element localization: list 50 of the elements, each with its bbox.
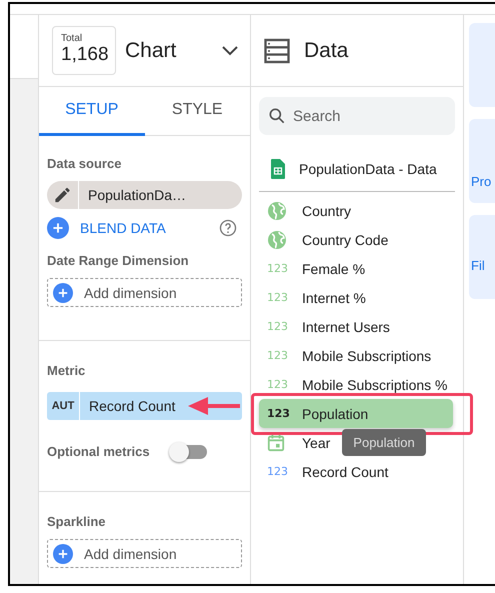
total-scorecard[interactable]: Total 1,168	[52, 26, 116, 75]
spreadsheet-icon	[271, 159, 285, 179]
section-label: Metric	[47, 363, 86, 378]
card-label: Fil	[470, 258, 485, 273]
section-label: Sparkline	[47, 514, 107, 529]
type-label: 123	[267, 320, 288, 333]
field-item[interactable]: Country	[259, 196, 356, 225]
field-item[interactable]: 123 Population	[259, 399, 453, 428]
add-icon[interactable]	[53, 282, 73, 302]
globe-icon	[267, 230, 287, 250]
field-item[interactable]: 123 Internet Users	[259, 312, 394, 341]
field-item[interactable]: Country Code	[259, 225, 392, 254]
type-label: 123	[267, 378, 288, 391]
data-source-chip[interactable]: PopulationDa…	[47, 181, 242, 209]
field-item[interactable]: 123 Record Count	[259, 457, 392, 486]
calendar-icon	[267, 434, 285, 452]
metric-chip[interactable]: AUT Record Count	[47, 392, 242, 420]
type-label: 123	[267, 465, 288, 478]
database-icon	[264, 38, 290, 64]
tab[interactable]: STYLE	[144, 87, 250, 136]
annotation-arrow	[188, 396, 240, 416]
search-field[interactable]: Search	[259, 97, 455, 135]
field-item[interactable]: Year Population	[259, 428, 430, 457]
panel-title: Data	[304, 38, 350, 62]
chart-title: Chart	[125, 38, 178, 62]
type-label: 123	[267, 349, 288, 362]
section-label: Data source	[47, 156, 122, 171]
add-dimension-button[interactable]: Add dimension	[47, 539, 242, 568]
help-icon[interactable]	[218, 218, 238, 238]
field-item[interactable]: 123 Mobile Subscriptions	[259, 341, 436, 370]
tab[interactable]: SETUP	[39, 87, 144, 136]
add-dimension-button[interactable]: Add dimension	[47, 278, 242, 307]
field-item[interactable]: 123 Internet %	[259, 283, 370, 312]
card-label: Pro	[470, 174, 492, 189]
type-label: 123	[267, 407, 290, 420]
type-label: 123	[267, 291, 288, 304]
side-card[interactable]: Pro	[469, 119, 495, 203]
field-item[interactable]: 123 Female %	[259, 254, 370, 283]
add-icon[interactable]	[47, 217, 69, 239]
section-label: Optional metrics	[47, 444, 150, 459]
search-icon	[267, 106, 287, 126]
type-label: 123	[267, 262, 288, 275]
section-label: Date Range Dimension	[47, 253, 190, 268]
data-source-name: PopulationData - Data	[299, 161, 437, 177]
add-icon[interactable]	[53, 544, 73, 564]
tooltip: Population	[342, 429, 426, 456]
side-card[interactable]: Fil	[469, 215, 495, 299]
globe-icon	[267, 200, 287, 220]
blend-data-button[interactable]: BLEND DATA	[47, 217, 166, 239]
field-item[interactable]: 123 Mobile Subscriptions %	[259, 370, 452, 399]
